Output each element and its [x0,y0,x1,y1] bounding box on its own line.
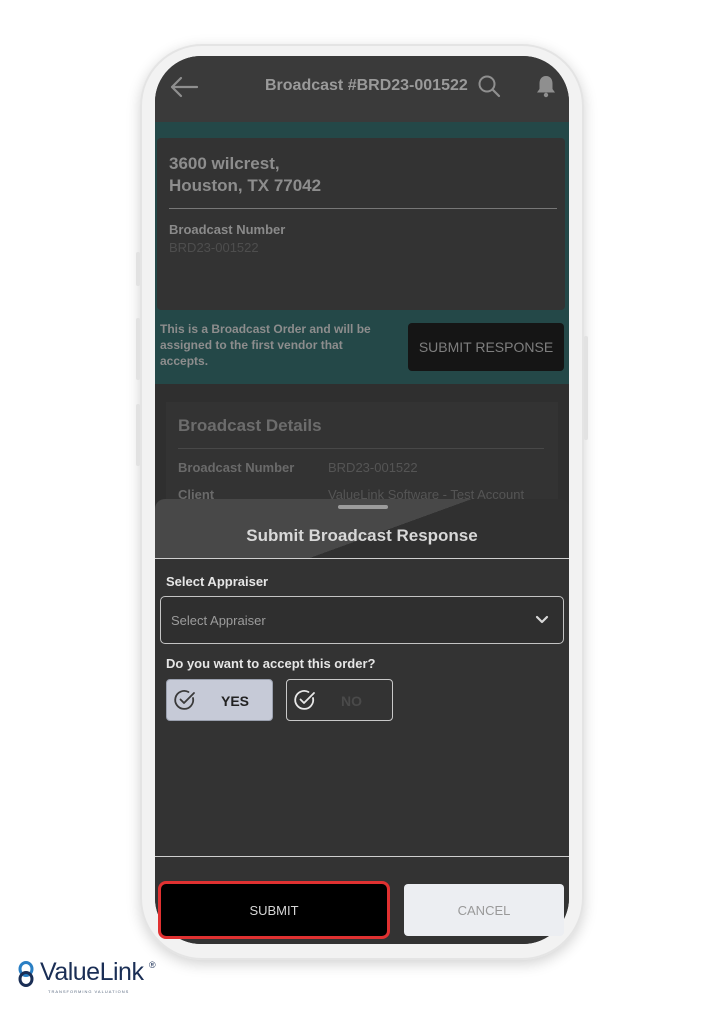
chevron-down-icon [535,615,549,624]
footer-divider [155,856,569,857]
detail-value: BRD23-001522 [328,460,418,475]
appraiser-placeholder: Select Appraiser [171,613,266,628]
yes-button[interactable]: YES [166,679,273,721]
accept-question: Do you want to accept this order? [166,656,376,671]
details-title: Broadcast Details [178,416,322,435]
card-divider [169,208,557,209]
broadcast-summary-band: 3600 wilcrest, Houston, TX 77042 Broadca… [155,122,569,384]
sheet-header: Submit Broadcast Response [155,499,569,559]
cancel-button[interactable]: CANCEL [404,884,564,936]
address-card: 3600 wilcrest, Houston, TX 77042 Broadca… [157,138,565,310]
phone-screen: Broadcast #BRD23-001522 3600 wilcrest, H… [155,56,569,944]
details-divider [178,448,544,449]
no-label: NO [341,693,362,709]
response-bottom-sheet: Submit Broadcast Response Select Apprais… [155,499,569,944]
broadcast-note: This is a Broadcast Order and will be as… [160,322,371,368]
chain-link-icon [18,961,34,987]
valuelink-logo: ValueLink ® TRANSFORMING VALUATIONS [16,958,176,998]
address-line-1: 3600 wilcrest, [169,154,280,173]
appraiser-select[interactable]: Select Appraiser [160,596,564,644]
appraiser-label: Select Appraiser [166,574,269,589]
submit-button[interactable]: SUBMIT [158,881,390,939]
check-circle-icon [174,690,195,710]
broadcast-number-label: Broadcast Number [169,222,286,237]
logo-tagline: TRANSFORMING VALUATIONS [48,989,130,994]
broadcast-number-value: BRD23-001522 [169,240,259,255]
phone-side-button [136,318,140,380]
phone-side-button [136,252,140,286]
logo-text: ValueLink [40,958,144,986]
address-line-2: Houston, TX 77042 [169,176,322,195]
drag-handle[interactable] [338,505,388,509]
no-button[interactable]: NO [286,679,393,721]
search-icon[interactable] [477,74,501,98]
page-title: Broadcast #BRD23-001522 [265,77,468,94]
arrow-left-icon[interactable] [169,74,199,100]
yes-label: YES [221,693,250,709]
detail-label: Broadcast Number [178,460,295,475]
bell-icon[interactable] [535,74,557,98]
check-circle-icon [294,690,315,710]
registered-mark: ® [149,960,156,970]
app-header: Broadcast #BRD23-001522 [155,56,569,122]
submit-response-button[interactable]: SUBMIT RESPONSE [408,323,564,371]
phone-side-button [584,336,588,440]
phone-side-button [136,404,140,466]
sheet-title: Submit Broadcast Response [246,526,478,545]
